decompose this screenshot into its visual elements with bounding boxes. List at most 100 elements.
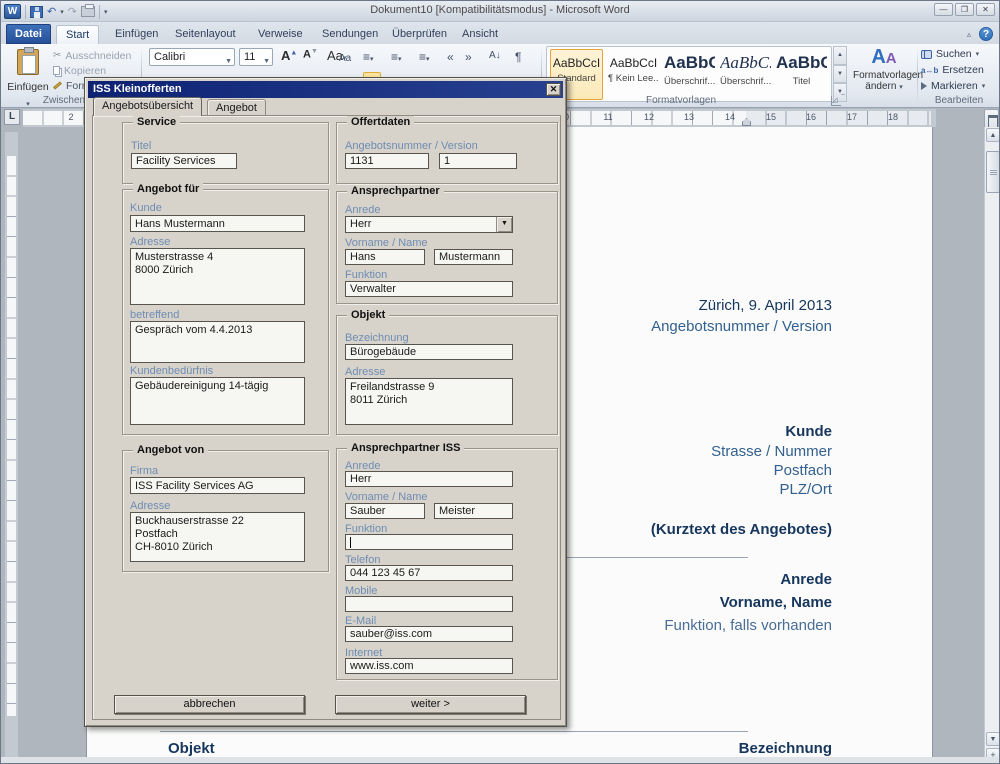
scrollbar-thumb[interactable] bbox=[986, 151, 1000, 193]
funktion-input[interactable] bbox=[345, 281, 513, 297]
iss-vorname-input[interactable] bbox=[345, 503, 425, 519]
doc-date-line: Zürich, 9. April 2013 bbox=[699, 297, 832, 314]
chevron-down-icon[interactable]: ▼ bbox=[225, 54, 232, 69]
font-name-combo[interactable]: Calibri▼ bbox=[149, 48, 235, 66]
ribbon-tab-row: Datei Start Einfügen Seitenlayout Verwei… bbox=[1, 22, 999, 44]
maximize-button[interactable]: ❐ bbox=[955, 3, 974, 16]
styles-dialog-launcher-icon[interactable]: ◿ bbox=[831, 96, 841, 106]
iss-name-input[interactable] bbox=[434, 503, 513, 519]
tab-sendungen[interactable]: Sendungen bbox=[313, 25, 387, 44]
pilcrow-icon[interactable]: ¶ bbox=[515, 50, 521, 64]
styles-gallery-scroll: ▲ ▼ ▼̲ bbox=[833, 46, 847, 102]
version-input[interactable] bbox=[439, 153, 517, 169]
dialog-tab-angebotsuebersicht[interactable]: Angebotsübersicht bbox=[93, 97, 202, 116]
clipboard-icon bbox=[17, 49, 39, 75]
help-icon[interactable]: ? bbox=[979, 27, 993, 41]
bezeichnung-input[interactable] bbox=[345, 344, 513, 360]
scroll-up-icon[interactable]: ▲ bbox=[986, 128, 1000, 142]
tab-ueberpruefen[interactable]: Überprüfen bbox=[383, 25, 456, 44]
multilevel-list-icon[interactable]: ≡▾ bbox=[419, 50, 430, 64]
firma-adresse-textarea[interactable]: Buckhauserstrasse 22 Postfach CH-8010 Zü… bbox=[130, 512, 305, 562]
dialog-tab-angebot[interactable]: Angebot bbox=[207, 99, 266, 116]
titel-input[interactable] bbox=[131, 153, 237, 169]
bottom-strip bbox=[1, 757, 1000, 764]
change-styles-button[interactable]: AA Formatvorlagen ändern ▾ bbox=[853, 46, 915, 104]
decrease-indent-icon[interactable]: « bbox=[447, 50, 454, 64]
cut-button[interactable]: ✂ Ausschneiden bbox=[53, 48, 153, 63]
tab-stop-selector[interactable]: L bbox=[4, 109, 20, 125]
scroll-down-icon[interactable]: ▼ bbox=[986, 732, 1000, 746]
style-item-kein-leerraum[interactable]: AaBbCcI ¶ Kein Lee... bbox=[607, 49, 660, 100]
next-button[interactable]: weiter > bbox=[335, 695, 526, 714]
vertical-ruler[interactable] bbox=[5, 132, 18, 760]
search-icon bbox=[921, 50, 932, 58]
kundenbeduerfnis-textarea[interactable]: Gebäudereinigung 14-tägig bbox=[130, 377, 305, 425]
gallery-up-icon[interactable]: ▲ bbox=[833, 46, 847, 65]
internet-input[interactable] bbox=[345, 658, 513, 674]
ruler-toggle-button[interactable] bbox=[984, 109, 999, 129]
text-cursor bbox=[350, 537, 351, 548]
style-item-ueberschrift2[interactable]: AaBbC. Überschrif... bbox=[719, 49, 772, 100]
iss-kleinofferten-dialog: ISS Kleinofferten ✕ Angebotsübersicht An… bbox=[84, 77, 567, 727]
doc-version-line: Angebotsnummer / Version bbox=[651, 318, 832, 335]
firma-input[interactable] bbox=[130, 477, 305, 494]
vertical-scrollbar[interactable]: ▲ ▼ ± bbox=[984, 127, 1000, 764]
minimize-button[interactable]: — bbox=[934, 3, 953, 16]
doc-objekt: Objekt bbox=[168, 740, 215, 757]
chevron-down-icon[interactable]: ▼ bbox=[263, 54, 270, 69]
angebotsnummer-input[interactable] bbox=[345, 153, 429, 169]
tab-einfuegen[interactable]: Einfügen bbox=[106, 25, 167, 44]
tab-ansicht[interactable]: Ansicht bbox=[453, 25, 507, 44]
replace-button[interactable]: a↔b Ersetzen bbox=[921, 62, 997, 78]
shrink-font-button[interactable]: A▼ bbox=[303, 48, 318, 61]
doc-plz-ort: PLZ/Ort bbox=[779, 481, 832, 498]
vorname-input[interactable] bbox=[345, 249, 425, 265]
select-button[interactable]: Markieren▾ bbox=[921, 78, 997, 94]
kunde-adresse-textarea[interactable]: Musterstrasse 4 8000 Zürich bbox=[130, 248, 305, 305]
iss-funktion-input[interactable] bbox=[345, 534, 513, 550]
phonetic-guide-icon[interactable]: Aa bbox=[339, 50, 351, 64]
copy-icon bbox=[53, 66, 60, 75]
find-button[interactable]: Suchen▾ bbox=[921, 46, 997, 62]
replace-icon: a↔b bbox=[921, 66, 938, 75]
name-input[interactable] bbox=[434, 249, 513, 265]
tab-datei[interactable]: Datei bbox=[6, 24, 51, 44]
scissors-icon: ✂ bbox=[53, 50, 61, 61]
cancel-button[interactable]: abbrechen bbox=[114, 695, 305, 714]
tab-start[interactable]: Start bbox=[56, 25, 99, 44]
combo-dropdown-icon[interactable]: ▼ bbox=[496, 217, 512, 232]
increase-indent-icon[interactable]: » bbox=[465, 50, 472, 64]
kunde-input[interactable] bbox=[130, 215, 305, 232]
sort-icon[interactable]: A↓ bbox=[489, 50, 501, 61]
doc-strasse: Strasse / Nummer bbox=[711, 443, 832, 460]
tab-verweise[interactable]: Verweise bbox=[249, 25, 312, 44]
iss-anrede-input[interactable] bbox=[345, 471, 513, 487]
word-window: W ↶ ▾ ↷ ▾ Dokument10 [Kompatibilitätsmod… bbox=[0, 0, 1000, 764]
objekt-adresse-textarea[interactable]: Freilandstrasse 9 8011 Zürich bbox=[345, 378, 513, 425]
bullets-icon[interactable]: ≡▾ bbox=[363, 50, 374, 64]
styles-group-label: Formatvorlagen bbox=[601, 95, 761, 106]
mobile-input[interactable] bbox=[345, 596, 513, 612]
copy-button[interactable]: Kopieren bbox=[53, 63, 153, 78]
minimize-ribbon-icon[interactable]: ▵ bbox=[967, 30, 971, 39]
telefon-input[interactable] bbox=[345, 565, 513, 581]
styles-gallery: AaBbCcI Standard AaBbCcI ¶ Kein Lee... A… bbox=[546, 46, 832, 102]
style-item-titel[interactable]: AaBbC Titel bbox=[775, 49, 828, 100]
change-styles-icon: AA bbox=[853, 46, 915, 70]
gallery-down-icon[interactable]: ▼ bbox=[833, 65, 847, 84]
dialog-titlebar[interactable]: ISS Kleinofferten ✕ bbox=[88, 81, 563, 98]
dialog-close-icon[interactable]: ✕ bbox=[546, 83, 561, 96]
style-item-ueberschrift1[interactable]: AaBbC Überschrif... bbox=[663, 49, 716, 100]
doc-kurztext: (Kurztext des Angebotes) bbox=[651, 521, 832, 538]
format-painter-icon bbox=[53, 81, 62, 89]
font-size-combo[interactable]: 11▼ bbox=[239, 48, 273, 66]
grow-font-button[interactable]: A▲ bbox=[281, 48, 297, 63]
tab-seitenlayout[interactable]: Seitenlayout bbox=[166, 25, 245, 44]
doc-bezeichnung: Bezeichnung bbox=[739, 740, 832, 757]
anrede-combobox[interactable]: Herr ▼ bbox=[345, 216, 513, 233]
email-input[interactable] bbox=[345, 626, 513, 642]
window-titlebar: W ↶ ▾ ↷ ▾ Dokument10 [Kompatibilitätsmod… bbox=[1, 1, 999, 22]
close-button[interactable]: ✕ bbox=[976, 3, 995, 16]
numbering-icon[interactable]: ≡▾ bbox=[391, 50, 402, 64]
betreffend-textarea[interactable]: Gespräch vom 4.4.2013 bbox=[130, 321, 305, 363]
